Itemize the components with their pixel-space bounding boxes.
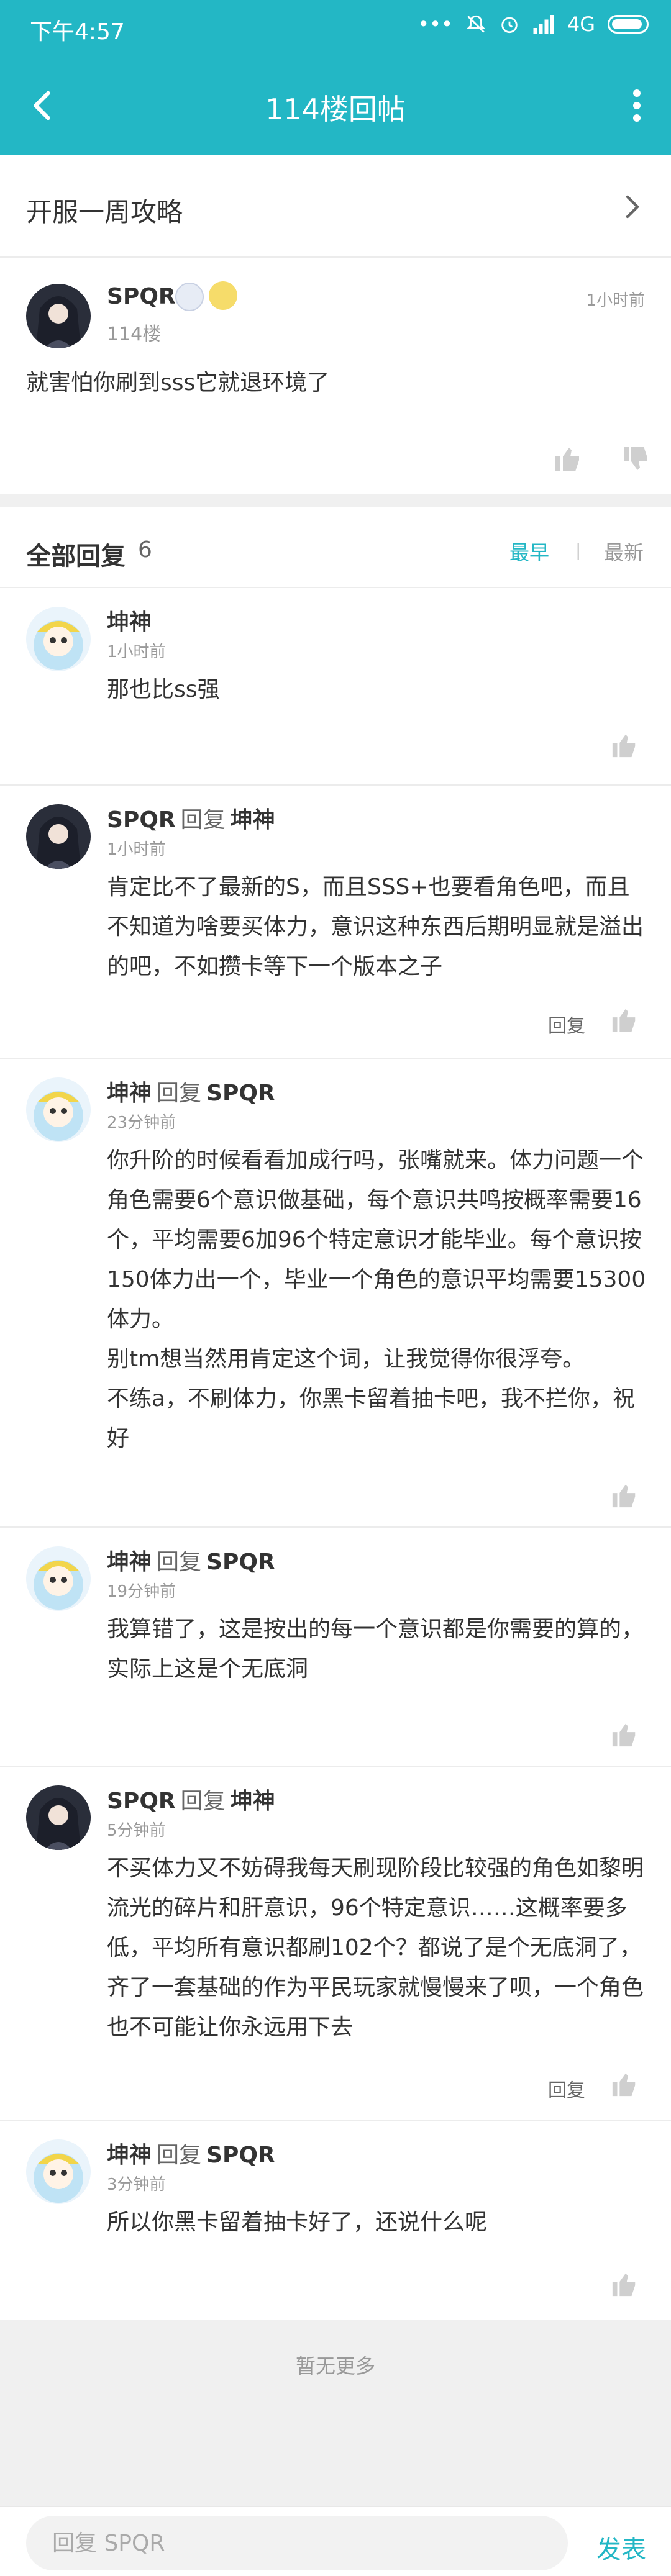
replies-header: 全部回复 6 最早 | 最新 — [0, 507, 671, 588]
reply-header: 坤神 — [107, 604, 152, 637]
reply-target[interactable]: SPQR — [206, 1549, 275, 1575]
reply-username[interactable]: 坤神 — [107, 2143, 152, 2168]
reply-header: SPQR 回复 坤神 — [107, 802, 275, 834]
avatar[interactable] — [26, 2139, 91, 2204]
reply-composer: 发表 — [0, 2506, 671, 2576]
reply-connector: 回复 — [157, 1081, 202, 1106]
reply-username[interactable]: SPQR — [107, 1789, 176, 1814]
reply-header: 坤神 回复 SPQR — [107, 2137, 275, 2169]
level-badge-icon — [175, 283, 204, 311]
reply-item: 坤神 回复 SPQR 3分钟前 所以你黑卡留着抽卡好了，还说什么呢 — [0, 2121, 671, 2320]
reply-connector: 回复 — [180, 1789, 226, 1814]
status-icons: ••• 4G — [418, 12, 649, 36]
sort-separator: | — [575, 540, 582, 560]
sort-latest-tab[interactable]: 最新 — [604, 537, 644, 566]
post-username[interactable]: SPQR — [107, 284, 176, 309]
reply-input[interactable] — [26, 2516, 568, 2570]
mute-icon — [467, 15, 485, 33]
reply-username[interactable]: SPQR — [107, 807, 176, 833]
reply-content: 你升阶的时候看看加成行吗，张嘴就来。体力问题一个角色需要6个意识做基础，每个意识… — [107, 1148, 646, 1451]
topic-link[interactable]: 开服一周攻略 — [0, 155, 671, 258]
thumbs-down-icon[interactable] — [621, 444, 651, 474]
reply-content: 我算错了，这是按出的每一个意识都是你需要的算的，实际上这是个无底洞 — [107, 1617, 644, 1682]
topic-title: 开服一周攻略 — [26, 197, 183, 227]
thumbs-up-icon[interactable] — [610, 1481, 639, 1510]
send-button[interactable]: 发表 — [596, 2529, 646, 2565]
reply-target[interactable]: SPQR — [206, 1081, 275, 1106]
thumbs-up-icon[interactable] — [610, 2270, 639, 2298]
page-title: 114楼回帖 — [265, 93, 406, 126]
no-more-footer: 暂无更多 — [0, 2320, 671, 2506]
reply-content: 所以你黑卡留着抽卡好了，还说什么呢 — [107, 2210, 488, 2235]
post-time: 1小时前 — [586, 291, 645, 310]
reply-target[interactable]: 坤神 — [231, 1789, 275, 1814]
no-more-text: 暂无更多 — [295, 2354, 375, 2378]
battery-icon — [608, 15, 649, 34]
reply-connector: 回复 — [157, 1549, 202, 1575]
reply-connector: 回复 — [180, 807, 226, 833]
reply-time: 5分钟前 — [107, 1821, 166, 1840]
reply-content: 那也比ss强 — [107, 677, 220, 702]
replies-title: 全部回复 — [26, 542, 126, 571]
reply-target[interactable]: 坤神 — [231, 807, 275, 833]
reply-connector: 回复 — [157, 2143, 202, 2168]
reply-button[interactable]: 回复 — [548, 1010, 585, 1038]
main-post: SPQR 114楼 1小时前 就害怕你刷到sss它就退环境了 — [0, 258, 671, 494]
reply-time: 1小时前 — [107, 840, 166, 859]
thumbs-up-icon[interactable] — [610, 1720, 639, 1749]
thumbs-up-icon[interactable] — [610, 731, 639, 760]
reply-time: 3分钟前 — [107, 2175, 166, 2194]
avatar[interactable] — [26, 1785, 91, 1850]
reply-item: SPQR 回复 坤神 1小时前 肯定比不了最新的S，而且SSS+也要看角色吧，而且不… — [0, 786, 671, 1059]
status-bar: 下午4:57 ••• 4G — [0, 0, 671, 56]
app-bar: 114楼回帖 — [0, 56, 671, 155]
alarm-icon — [501, 17, 518, 34]
reply-time: 19分钟前 — [107, 1582, 176, 1601]
sort-earliest-tab[interactable]: 最早 — [509, 537, 549, 566]
reply-username[interactable]: 坤神 — [107, 1081, 152, 1106]
avatar[interactable] — [26, 1077, 91, 1142]
thumbs-up-icon[interactable] — [610, 1005, 639, 1034]
post-floor: 114楼 — [107, 324, 162, 345]
post-content: 就害怕你刷到sss它就退环境了 — [26, 370, 330, 396]
section-divider — [0, 494, 671, 507]
chevron-right-icon — [626, 195, 640, 219]
reply-time: 1小时前 — [107, 643, 166, 661]
more-dots-icon: ••• — [418, 12, 453, 36]
reply-header: 坤神 回复 SPQR — [107, 1075, 275, 1107]
reply-target[interactable]: SPQR — [206, 2143, 275, 2168]
reply-header: SPQR 回复 坤神 — [107, 1783, 275, 1815]
reply-username[interactable]: 坤神 — [107, 610, 152, 635]
avatar[interactable] — [26, 1546, 91, 1611]
avatar[interactable] — [26, 284, 91, 348]
reply-item: 坤神 回复 SPQR 23分钟前 你升阶的时候看看加成行吗，张嘴就来。体力问题一个角… — [0, 1059, 671, 1528]
thumbs-up-icon[interactable] — [553, 444, 583, 474]
signal-icon — [533, 15, 554, 34]
status-time: 下午4:57 — [30, 19, 125, 45]
reply-header: 坤神 回复 SPQR — [107, 1544, 275, 1576]
network-type: 4G — [567, 12, 595, 36]
reply-button[interactable]: 回复 — [548, 2075, 585, 2102]
avatar[interactable] — [26, 804, 91, 869]
thumbs-up-icon[interactable] — [610, 2070, 639, 2098]
reply-content: 肯定比不了最新的S，而且SSS+也要看角色吧，而且不知道为啥要买体力，意识这种东… — [107, 874, 644, 979]
reply-item: SPQR 回复 坤神 5分钟前 不买体力又不妨碍我每天刷现阶段比较强的角色如黎明流光… — [0, 1767, 671, 2121]
more-options-icon[interactable] — [621, 87, 652, 124]
reply-time: 23分钟前 — [107, 1113, 176, 1132]
reply-content: 不买体力又不妨碍我每天刷现阶段比较强的角色如黎明流光的碎片和肝意识，96个特定意… — [107, 1856, 644, 2040]
reply-item: 坤神 回复 SPQR 19分钟前 我算错了，这是按出的每一个意识都是你需要的算的，实… — [0, 1528, 671, 1767]
character-badge-icon — [209, 281, 237, 310]
avatar[interactable] — [26, 607, 91, 671]
reply-item: 坤神 1小时前 那也比ss强 — [0, 588, 671, 786]
reply-username[interactable]: 坤神 — [107, 1549, 152, 1575]
replies-count: 6 — [138, 537, 152, 563]
